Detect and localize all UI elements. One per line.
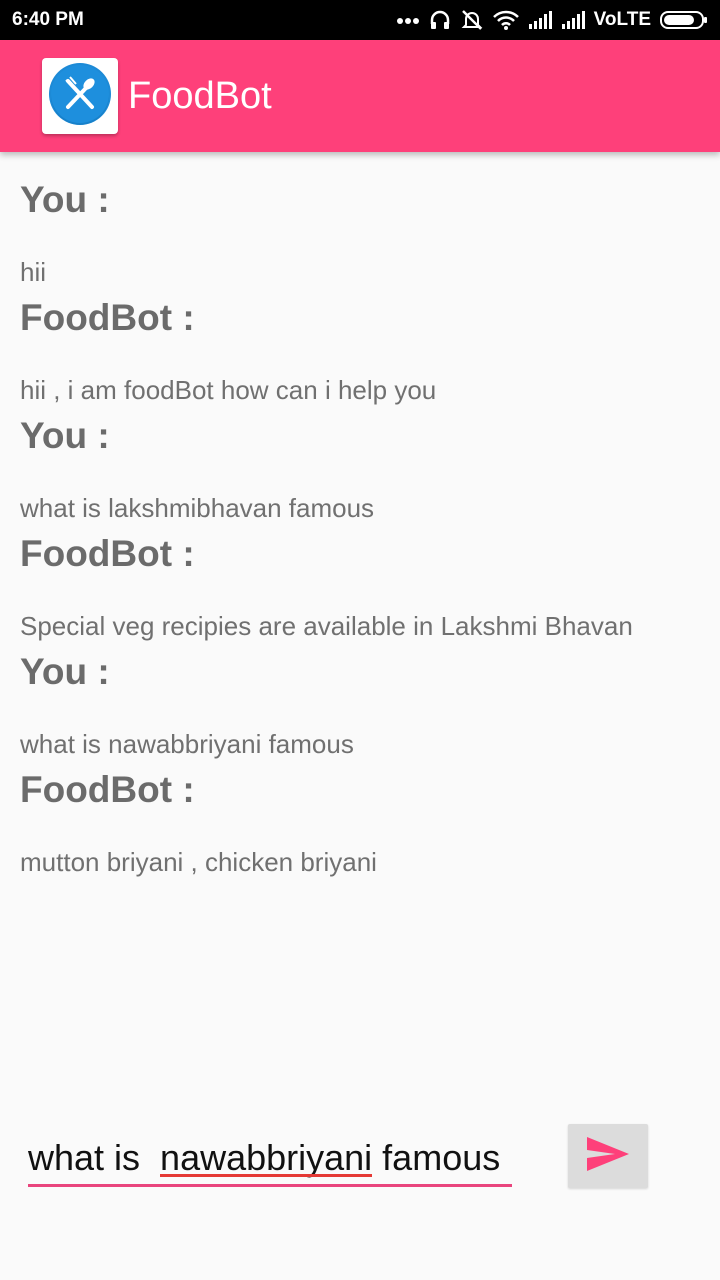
spellcheck-underline (160, 1174, 372, 1177)
mute-icon (460, 9, 484, 31)
app-bar: FoodBot (0, 40, 720, 152)
send-icon (585, 1134, 631, 1179)
status-icons: VoLTE (396, 9, 708, 31)
message-sender: You : (20, 651, 110, 692)
message-text: what is lakshmibhavan famous (20, 493, 375, 523)
signal-icon (528, 10, 552, 30)
status-time: 6:40 PM (12, 9, 84, 30)
signal-icon (561, 10, 585, 30)
fork-spoon-icon (47, 61, 113, 132)
network-type: VoLTE (593, 9, 651, 30)
more-dots-icon (396, 15, 420, 25)
wifi-icon (492, 10, 519, 30)
message-sender: You : (20, 179, 110, 220)
message-text: mutton briyani , chicken briyani (20, 847, 377, 877)
send-button[interactable] (568, 1124, 648, 1188)
message-sender: FoodBot : (20, 533, 195, 574)
message-sender: You : (20, 415, 110, 456)
status-bar: 6:40 PM VoLTE (0, 0, 720, 40)
message-sender: FoodBot : (20, 297, 195, 338)
headset-icon (429, 9, 451, 31)
app-root: 6:40 PM VoLTE FoodBot You: hii FoodBot … (0, 0, 720, 1280)
message-text: what is nawabbriyani famous (20, 729, 354, 759)
message-text: hii (20, 257, 47, 287)
app-logo (42, 58, 118, 134)
input-underline (28, 1184, 512, 1187)
message-text: Special veg recipies are available in La… (20, 611, 633, 641)
message-sender: FoodBot : (20, 769, 195, 810)
message-text: hii , i am foodBot how can i help you (20, 375, 437, 405)
battery-icon (660, 10, 708, 30)
app-title: FoodBot (128, 75, 272, 117)
